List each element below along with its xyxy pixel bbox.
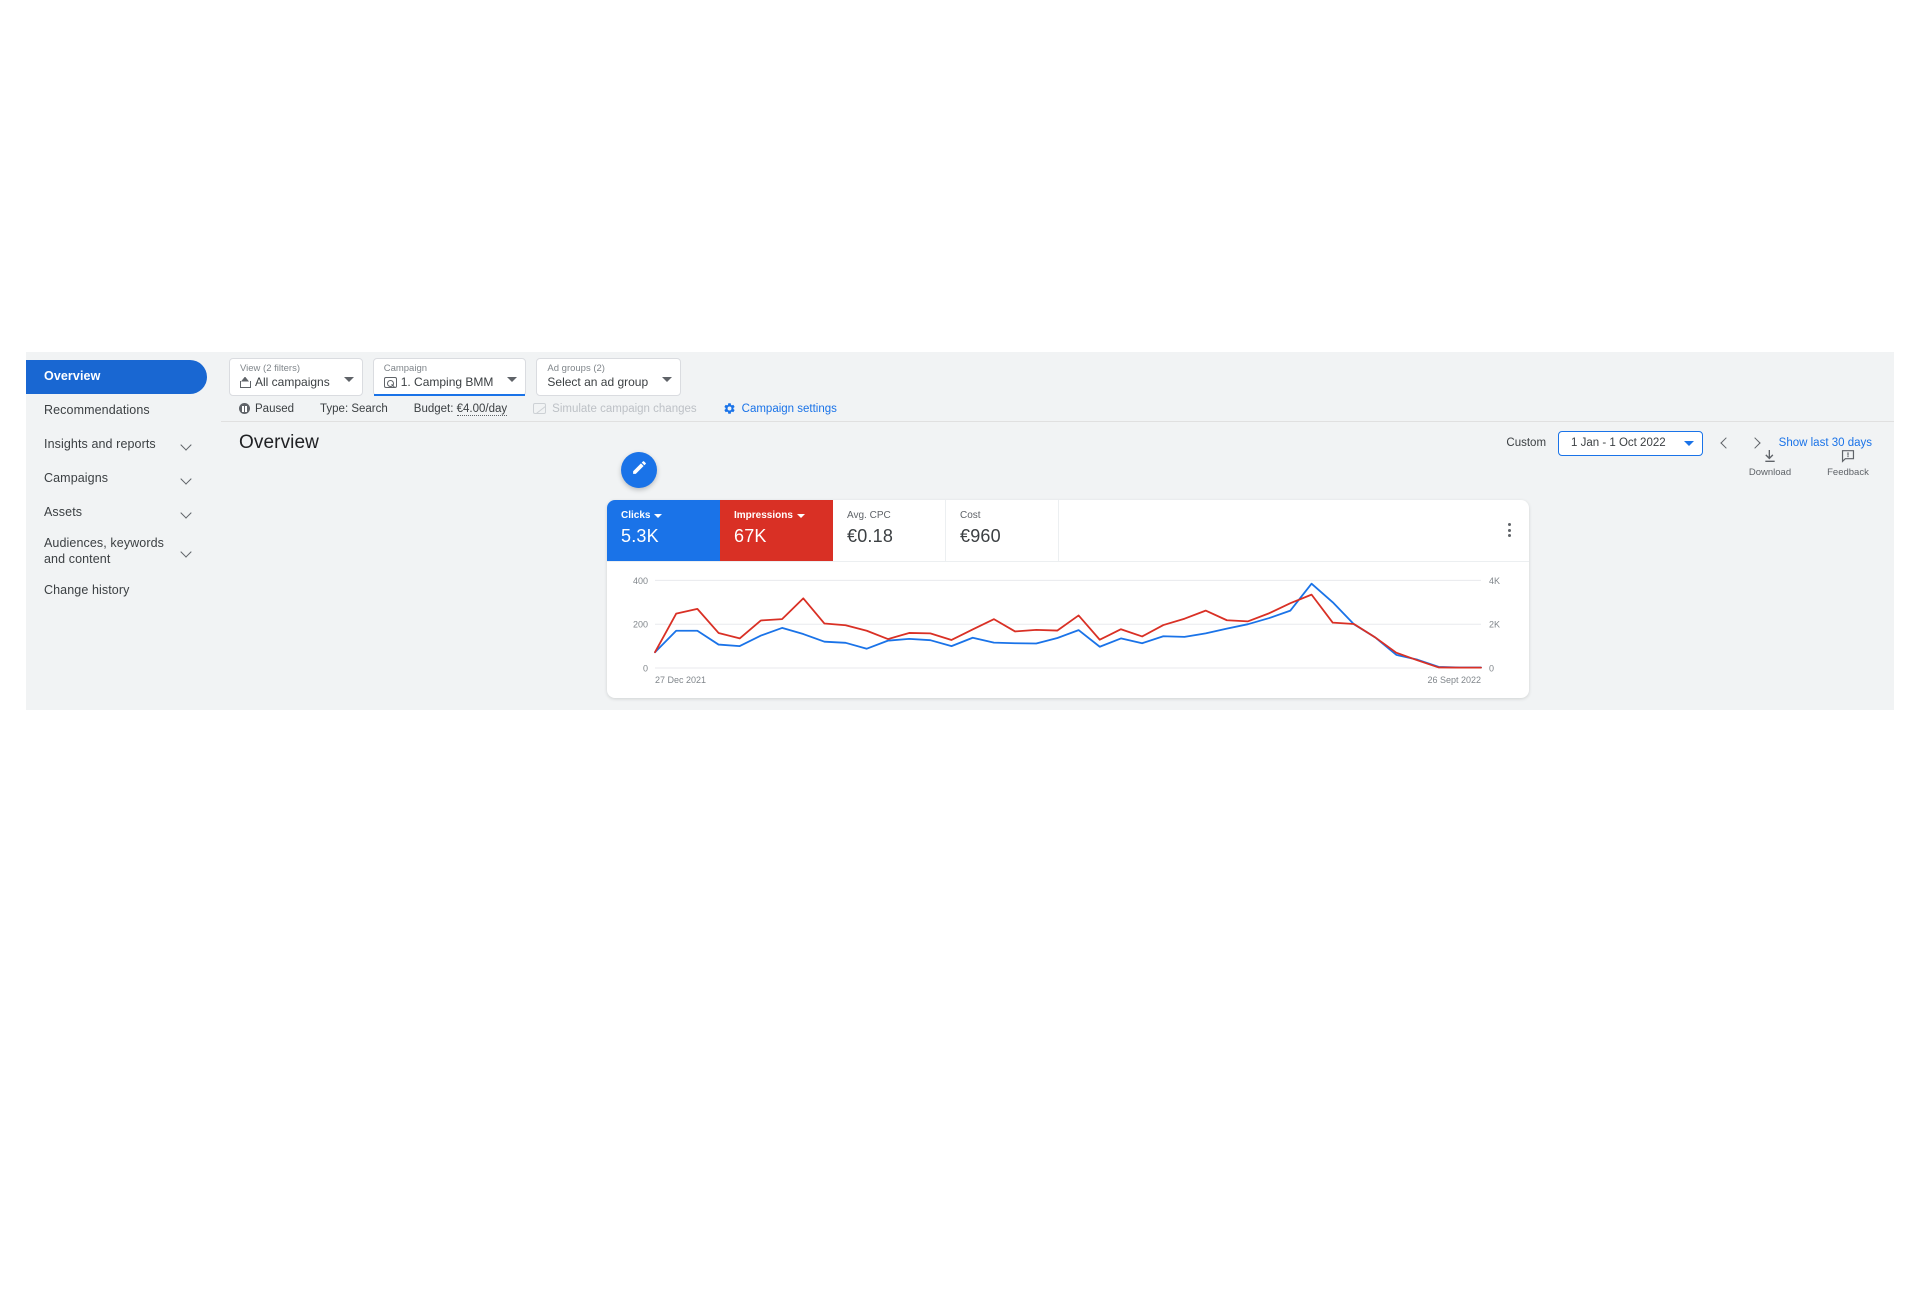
page-actions: Download Feedback	[1746, 448, 1872, 478]
sidebar-item-label: Recommendations	[44, 403, 150, 418]
chart-svg: 0 200 400 0 2K 4K 27 Dec 2021 26 Sept 2022	[633, 576, 1500, 685]
feedback-button[interactable]: Feedback	[1824, 448, 1872, 478]
view-selector-value: All campaigns	[255, 375, 330, 389]
sidebar-item-label: Insights and reports	[44, 437, 156, 452]
feedback-label: Feedback	[1827, 467, 1869, 478]
sidebar-item-label: Assets	[44, 505, 83, 520]
svg-text:4K: 4K	[1489, 576, 1500, 586]
gear-icon	[723, 402, 736, 415]
metric-card-cost[interactable]: Cost €960	[946, 500, 1059, 561]
chevron-down-icon	[662, 377, 673, 382]
svg-text:0: 0	[643, 664, 648, 674]
sidebar-item-change-history[interactable]: Change history	[26, 574, 207, 608]
feedback-icon	[1840, 448, 1856, 464]
scope-selector-toolbar: View (2 filters) All campaigns Campaign …	[221, 352, 1894, 398]
campaign-selector-active-underline	[373, 394, 526, 396]
sidebar-item-recommendations[interactable]: Recommendations	[26, 394, 207, 428]
chevron-down-icon	[343, 377, 354, 382]
chevron-down-icon	[181, 473, 193, 485]
dot	[1507, 523, 1511, 526]
simulate-label: Simulate campaign changes	[552, 402, 697, 415]
date-mode-label: Custom	[1506, 437, 1547, 449]
sidebar-item-assets[interactable]: Assets	[26, 496, 207, 530]
budget-info: Budget: €4.00/day	[413, 402, 508, 416]
page-title: Overview	[239, 432, 319, 453]
performance-card: Clicks 5.3K Impressions 67K Avg. CPC €0.…	[607, 500, 1529, 698]
main-content: View (2 filters) All campaigns Campaign …	[221, 352, 1894, 710]
svg-text:200: 200	[633, 620, 648, 630]
sidebar-item-label: Change history	[44, 583, 130, 598]
campaign-selector-value: 1. Camping BMM	[400, 375, 494, 389]
metric-selector-row: Clicks 5.3K Impressions 67K Avg. CPC €0.…	[607, 500, 1529, 562]
chevron-down-icon	[507, 377, 518, 382]
chevron-down-icon	[796, 513, 805, 518]
download-icon	[1762, 448, 1778, 464]
page-header: Overview Custom 1 Jan - 1 Oct 2022 Show …	[221, 422, 1894, 464]
svg-text:400: 400	[633, 576, 648, 586]
ad-group-selector[interactable]: Ad groups (2) Select an ad group	[536, 358, 682, 396]
download-button[interactable]: Download	[1746, 448, 1794, 478]
date-range-value: 1 Jan - 1 Oct 2022	[1571, 437, 1666, 449]
metric-card-impressions[interactable]: Impressions 67K	[720, 500, 833, 561]
sidebar-item-label: Audiences, keywords and content	[44, 536, 165, 566]
metric-name: Clicks	[621, 510, 651, 521]
sidebar-item-campaigns[interactable]: Campaigns	[26, 462, 207, 496]
metric-name: Impressions	[734, 510, 793, 521]
dot	[1507, 534, 1511, 537]
campaign-status-bar: Paused Type: Search Budget: €4.00/day Si…	[221, 398, 1894, 422]
date-range-picker[interactable]: 1 Jan - 1 Oct 2022	[1558, 430, 1703, 456]
metric-card-avg-cpc[interactable]: Avg. CPC €0.18	[833, 500, 946, 561]
dot	[1507, 528, 1511, 532]
status-label: Paused	[255, 402, 295, 415]
svg-text:27 Dec 2021: 27 Dec 2021	[655, 675, 706, 685]
sidebar-item-overview[interactable]: Overview	[26, 360, 207, 394]
metric-name: Cost	[960, 510, 981, 521]
campaign-type-label: Type: Search	[320, 402, 388, 415]
google-ads-app: Overview Recommendations Insights and re…	[26, 352, 1894, 710]
sidebar: Overview Recommendations Insights and re…	[26, 352, 221, 710]
campaign-settings-link[interactable]: Campaign settings	[723, 402, 837, 415]
metric-name: Avg. CPC	[847, 510, 891, 521]
home-icon	[240, 378, 251, 388]
campaign-selector[interactable]: Campaign 1. Camping BMM	[372, 358, 527, 396]
view-selector[interactable]: View (2 filters) All campaigns	[229, 358, 363, 396]
svg-text:0: 0	[1489, 664, 1494, 674]
metric-value: €0.18	[847, 526, 894, 546]
sidebar-item-audiences-keywords-and-content[interactable]: Audiences, keywords and content	[26, 530, 207, 574]
chevron-down-icon	[181, 507, 193, 519]
budget-value[interactable]: €4.00/day	[456, 402, 508, 416]
view-selector-label: View (2 filters)	[240, 363, 301, 374]
chevron-down-icon	[181, 546, 193, 558]
metric-value: 5.3K	[621, 526, 659, 546]
pencil-icon	[631, 459, 648, 481]
ad-group-selector-value: Select an ad group	[547, 375, 649, 389]
edit-fab-button[interactable]	[621, 452, 657, 488]
previous-period-button[interactable]	[1715, 433, 1735, 453]
metric-value: €960	[960, 526, 1001, 546]
card-more-options-button[interactable]	[1499, 518, 1519, 542]
simulate-icon	[533, 403, 547, 414]
status-badge: Paused	[239, 403, 294, 415]
svg-text:26 Sept 2022: 26 Sept 2022	[1427, 675, 1481, 685]
chevron-down-icon	[181, 439, 193, 451]
search-campaign-icon	[383, 377, 397, 388]
campaign-selector-label: Campaign	[383, 363, 428, 374]
ad-group-selector-label: Ad groups (2)	[547, 363, 605, 374]
pause-icon	[239, 403, 250, 414]
metric-card-clicks[interactable]: Clicks 5.3K	[607, 500, 720, 561]
simulate-campaign-changes-button: Simulate campaign changes	[533, 402, 697, 415]
budget-label: Budget:	[413, 402, 454, 415]
sidebar-item-insights-and-reports[interactable]: Insights and reports	[26, 428, 207, 462]
sidebar-item-label: Campaigns	[44, 471, 109, 486]
svg-text:2K: 2K	[1489, 620, 1500, 630]
chevron-down-icon	[654, 513, 663, 518]
sidebar-item-label: Overview	[44, 369, 101, 384]
campaign-settings-label: Campaign settings	[741, 402, 837, 415]
metric-value: 67K	[734, 526, 767, 546]
performance-chart: 0 200 400 0 2K 4K 27 Dec 2021 26 Sept 2022	[607, 562, 1529, 698]
chevron-down-icon	[1683, 440, 1694, 446]
download-label: Download	[1748, 467, 1792, 478]
